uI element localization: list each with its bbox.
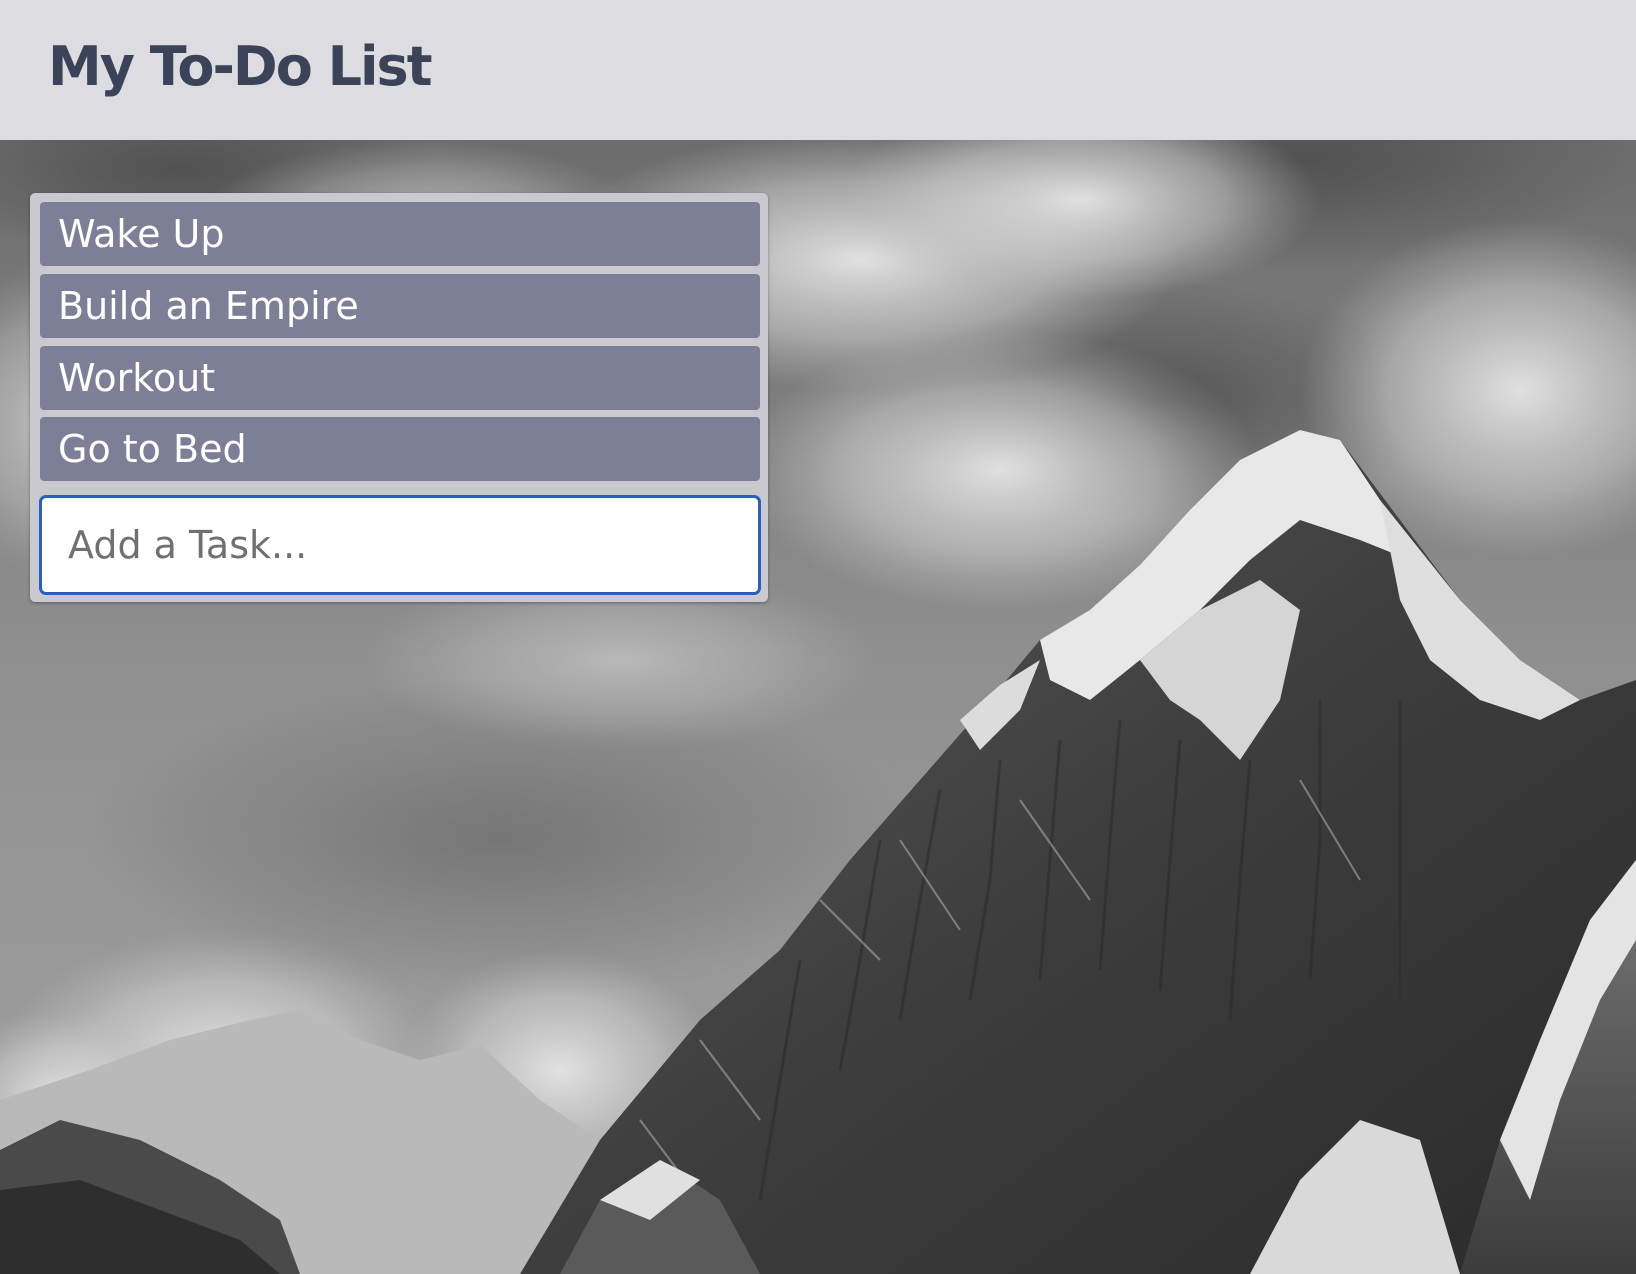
task-item[interactable]: Build an Empire [40,274,760,338]
task-item[interactable]: Wake Up [40,202,760,266]
page-title: My To-Do List [48,35,433,98]
add-task-input[interactable] [39,495,761,595]
task-item[interactable]: Go to Bed [40,417,760,481]
app-header: My To-Do List [0,0,1636,140]
todo-app: My To-Do List Wake Up Build an Empire Wo… [0,0,1636,1274]
task-item[interactable]: Workout [40,346,760,410]
todo-list-panel: Wake Up Build an Empire Workout Go to Be… [30,193,768,602]
